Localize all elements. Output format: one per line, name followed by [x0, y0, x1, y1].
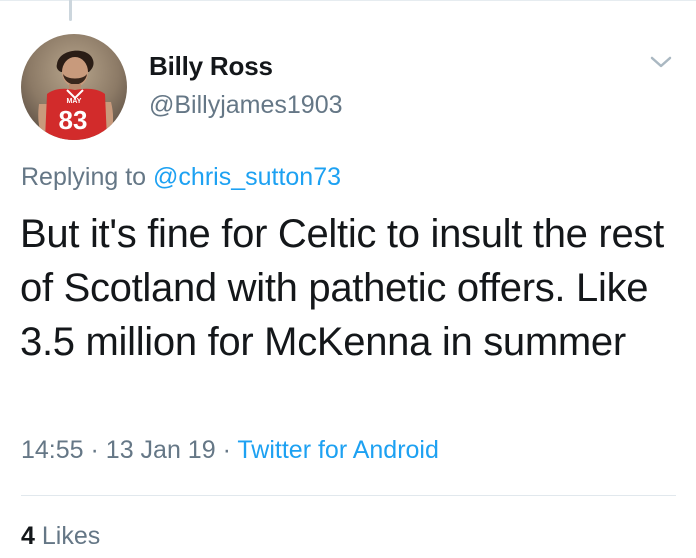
meta-separator: ·: [222, 436, 231, 464]
likes-label: Likes: [41, 522, 101, 550]
chevron-down-icon: [650, 56, 672, 68]
author-display-name[interactable]: Billy Ross: [149, 51, 273, 82]
reply-to-mention-link[interactable]: @chris_sutton73: [153, 163, 341, 191]
divider: [21, 495, 676, 496]
replying-to-line: Replying to @chris_sutton73: [21, 163, 341, 192]
tweet-time: 14:55: [21, 436, 84, 464]
likes-stat[interactable]: 4 Likes: [21, 522, 100, 551]
avatar-jersey-name: MAY: [67, 98, 82, 105]
tweet-menu-button[interactable]: [648, 52, 674, 72]
tweet-source-link[interactable]: Twitter for Android: [237, 436, 438, 464]
user-avatar-photo-icon: MAY 83: [21, 34, 127, 140]
meta-separator: ·: [90, 436, 99, 464]
thread-connector-line: [69, 0, 72, 21]
likes-count: 4: [21, 522, 35, 550]
tweet-date: 13 Jan 19: [105, 436, 216, 464]
top-border: [0, 0, 696, 1]
author-handle[interactable]: @Billyjames1903: [149, 91, 343, 120]
tweet-meta: 14:55 · 13 Jan 19 · Twitter for Android: [21, 436, 439, 465]
avatar-jersey-number: 83: [59, 105, 88, 135]
avatar[interactable]: MAY 83: [21, 34, 127, 140]
tweet-text: But it's fine for Celtic to insult the r…: [20, 212, 664, 364]
replying-to-label: Replying to: [21, 163, 147, 191]
